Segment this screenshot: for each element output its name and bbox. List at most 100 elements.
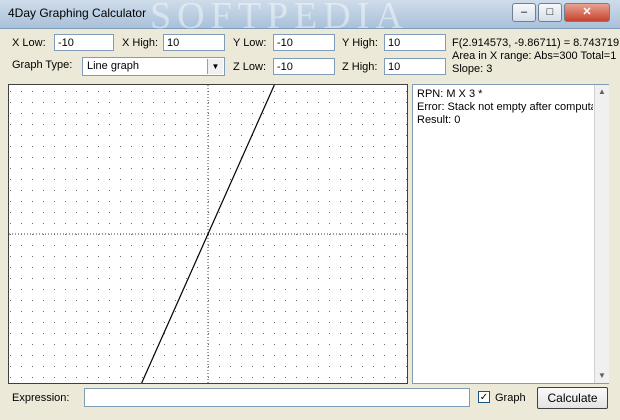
grid-dot [32,344,33,345]
grid-dot [32,234,33,235]
grid-dot [76,201,77,202]
grid-dot [32,289,33,290]
grid-dot [142,91,143,92]
y-low-input[interactable]: -10 [273,34,335,51]
y-high-input[interactable]: 10 [384,34,446,51]
grid-dot [175,333,176,334]
grid-dot [318,157,319,158]
grid-dot [65,234,66,235]
grid-dot [87,212,88,213]
grid-dot [164,311,165,312]
grid-dot [120,333,121,334]
grid-dot [307,212,308,213]
grid-dot [186,344,187,345]
scroll-down-icon[interactable]: ▼ [595,369,609,383]
grid-dot [21,135,22,136]
grid-dot [362,179,363,180]
grid-dot [54,179,55,180]
grid-dot [274,124,275,125]
grid-dot [142,223,143,224]
grid-dot [252,168,253,169]
grid-dot [98,157,99,158]
grid-dot [263,267,264,268]
graph-type-select[interactable]: Line graph ▼ [82,57,225,76]
x-high-input[interactable]: 10 [163,34,225,51]
grid-dot [329,322,330,323]
grid-dot [307,245,308,246]
grid-dot [230,355,231,356]
grid-dot [153,333,154,334]
grid-dot [296,366,297,367]
grid-dot [230,113,231,114]
grid-dot [307,146,308,147]
grid-dot [109,234,110,235]
grid-dot [32,146,33,147]
expression-input[interactable] [84,388,470,407]
grid-dot [120,366,121,367]
grid-dot [109,91,110,92]
grid-dot [208,113,209,114]
grid-dot [197,124,198,125]
grid-dot [109,355,110,356]
graph-checkbox[interactable]: ✓ [478,391,490,403]
grid-dot [120,311,121,312]
z-high-input[interactable]: 10 [384,58,446,75]
grid-dot [384,135,385,136]
grid-dot [395,201,396,202]
grid-dot [98,245,99,246]
grid-dot [384,223,385,224]
grid-dot [186,366,187,367]
grid-dot [340,344,341,345]
grid-dot [76,157,77,158]
grid-dot [186,124,187,125]
grid-dot [406,289,407,290]
grid-dot [87,355,88,356]
grid-dot [208,344,209,345]
close-button[interactable]: ✕ [564,3,610,22]
output-scrollbar[interactable]: ▲ ▼ [594,85,609,383]
grid-dot [373,366,374,367]
grid-dot [340,333,341,334]
grid-dot [175,146,176,147]
grid-dot [21,212,22,213]
grid-dot [65,168,66,169]
grid-dot [351,212,352,213]
grid-dot [241,102,242,103]
grid-dot [142,201,143,202]
grid-dot [296,124,297,125]
grid-dot [120,267,121,268]
grid-dot [54,201,55,202]
grid-dot [263,91,264,92]
grid-dot [76,190,77,191]
grid-dot [87,201,88,202]
grid-dot [406,311,407,312]
grid-dot [351,377,352,378]
x-low-input[interactable]: -10 [54,34,114,51]
grid-dot [164,124,165,125]
grid-dot [197,333,198,334]
grid-dot [395,124,396,125]
grid-dot [296,179,297,180]
grid-dot [362,201,363,202]
grid-dot [362,190,363,191]
grid-dot [230,168,231,169]
maximize-button[interactable]: □ [538,3,562,22]
grid-dot [406,366,407,367]
minimize-button[interactable]: – [512,3,536,22]
grid-dot [340,245,341,246]
graph-canvas[interactable] [8,84,408,384]
calculate-button[interactable]: Calculate [537,387,608,409]
chevron-down-icon[interactable]: ▼ [207,59,223,74]
grid-dot [98,179,99,180]
grid-dot [164,234,165,235]
grid-dot [307,278,308,279]
grid-dot [296,245,297,246]
z-low-input[interactable]: -10 [273,58,335,75]
grid-dot [373,146,374,147]
grid-dot [43,212,44,213]
scroll-up-icon[interactable]: ▲ [595,85,609,99]
grid-dot [230,212,231,213]
grid-dot [87,135,88,136]
grid-dot [230,344,231,345]
grid-dot [384,190,385,191]
